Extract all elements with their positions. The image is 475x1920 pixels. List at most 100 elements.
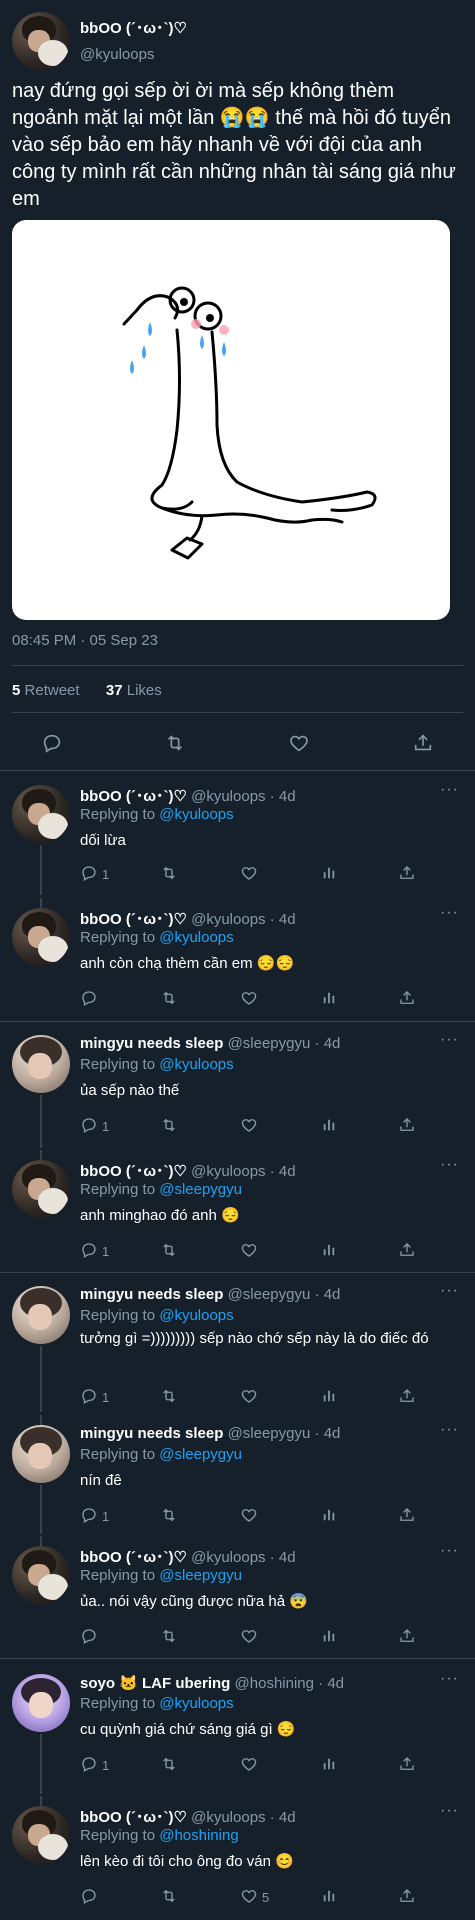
- avatar[interactable]: [12, 1425, 70, 1483]
- retweet-button[interactable]: [160, 1754, 178, 1776]
- more-options-icon[interactable]: ···: [440, 1542, 459, 1560]
- avatar[interactable]: [12, 1286, 70, 1344]
- reply-tweet[interactable]: bbOO (´･ω･`)♡ @kyuloops · 4d ··· Replyin…: [0, 1796, 475, 1920]
- reply-age[interactable]: 4d: [279, 788, 296, 805]
- like-button[interactable]: [240, 1626, 262, 1648]
- avatar[interactable]: [12, 12, 70, 70]
- share-button[interactable]: [398, 1886, 416, 1908]
- author-name[interactable]: bbOO (´･ω･`)♡: [80, 788, 187, 805]
- author-handle[interactable]: @kyuloops: [191, 1549, 265, 1566]
- reply-button[interactable]: 1: [80, 1115, 109, 1137]
- share-button[interactable]: [398, 1386, 416, 1408]
- more-options-icon[interactable]: ···: [440, 904, 459, 922]
- retweet-button[interactable]: [160, 728, 190, 758]
- like-label[interactable]: Likes: [127, 682, 162, 699]
- reply-button[interactable]: 1: [80, 1754, 109, 1776]
- replying-to-handle[interactable]: @kyuloops: [159, 806, 233, 823]
- share-button[interactable]: [398, 1505, 416, 1527]
- tweet-timestamp[interactable]: 08:45 PM · 05 Sep 23: [12, 632, 158, 649]
- like-button[interactable]: [240, 988, 262, 1010]
- retweet-button[interactable]: [160, 1505, 178, 1527]
- avatar[interactable]: [12, 1160, 70, 1218]
- avatar[interactable]: [12, 1546, 70, 1604]
- share-button[interactable]: [398, 1115, 416, 1137]
- views-button[interactable]: [320, 1754, 338, 1776]
- reply-age[interactable]: 4d: [324, 1425, 341, 1442]
- reply-tweet[interactable]: bbOO (´･ω･`)♡ @kyuloops · 4d ··· Replyin…: [0, 1150, 475, 1274]
- avatar[interactable]: [12, 1674, 70, 1732]
- views-button[interactable]: [320, 1886, 338, 1908]
- author-handle[interactable]: @kyuloops: [191, 1163, 265, 1180]
- reply-button[interactable]: [37, 728, 67, 758]
- reply-tweet[interactable]: bbOO (´･ω･`)♡ @kyuloops · 4d ··· Replyin…: [0, 1536, 475, 1660]
- retweet-button[interactable]: [160, 1626, 178, 1648]
- author-handle[interactable]: @kyuloops: [191, 788, 265, 805]
- more-options-icon[interactable]: ···: [440, 1031, 459, 1049]
- reply-button[interactable]: [80, 1886, 102, 1908]
- reply-age[interactable]: 4d: [327, 1675, 344, 1692]
- reply-tweet[interactable]: bbOO (´･ω･`)♡ @kyuloops · 4d ··· Replyin…: [0, 898, 475, 1023]
- views-button[interactable]: [320, 1626, 338, 1648]
- like-button[interactable]: [240, 1240, 262, 1262]
- retweet-button[interactable]: [160, 988, 178, 1010]
- retweet-button[interactable]: [160, 1886, 178, 1908]
- reply-button[interactable]: 1: [80, 1505, 109, 1527]
- reply-button[interactable]: [80, 988, 102, 1010]
- author-handle[interactable]: @kyuloops: [191, 1809, 265, 1826]
- share-button[interactable]: [398, 863, 416, 885]
- reply-button[interactable]: 1: [80, 1240, 109, 1262]
- reply-age[interactable]: 4d: [279, 911, 296, 928]
- avatar[interactable]: [12, 1035, 70, 1093]
- views-button[interactable]: [320, 863, 338, 885]
- more-options-icon[interactable]: ···: [440, 1421, 459, 1439]
- more-options-icon[interactable]: ···: [440, 1802, 459, 1820]
- author-name[interactable]: soyo 🐱 LAF ubering: [80, 1675, 230, 1692]
- views-button[interactable]: [320, 1505, 338, 1527]
- reply-button[interactable]: 1: [80, 1386, 109, 1408]
- share-button[interactable]: [398, 988, 416, 1010]
- author-name[interactable]: bbOO (´･ω･`)♡: [80, 1163, 187, 1180]
- tweet-image[interactable]: [12, 220, 450, 620]
- author-name[interactable]: bbOO (´･ω･`)♡: [80, 1809, 187, 1826]
- author-handle[interactable]: @kyuloops: [191, 911, 265, 928]
- author-handle[interactable]: @hoshining: [235, 1675, 314, 1692]
- replying-to-handle[interactable]: @kyuloops: [159, 1307, 233, 1324]
- replying-to-handle[interactable]: @kyuloops: [159, 1695, 233, 1712]
- author-name[interactable]: mingyu needs sleep: [80, 1286, 223, 1303]
- retweet-button[interactable]: [160, 1115, 178, 1137]
- retweet-count[interactable]: 5: [12, 682, 20, 699]
- author-name[interactable]: mingyu needs sleep: [80, 1035, 223, 1052]
- more-options-icon[interactable]: ···: [440, 781, 459, 799]
- reply-age[interactable]: 4d: [279, 1809, 296, 1826]
- retweet-button[interactable]: [160, 1240, 178, 1262]
- share-button[interactable]: [398, 1626, 416, 1648]
- views-button[interactable]: [320, 1240, 338, 1262]
- retweet-button[interactable]: [160, 1386, 178, 1408]
- reply-tweet[interactable]: soyo 🐱 LAF ubering @hoshining · 4d ··· R…: [0, 1664, 475, 1794]
- reply-age[interactable]: 4d: [324, 1035, 341, 1052]
- retweet-button[interactable]: [160, 863, 178, 885]
- author-name[interactable]: bbOO (´･ω･`)♡: [80, 17, 187, 38]
- author-handle[interactable]: @sleepygyu: [228, 1425, 311, 1442]
- views-button[interactable]: [320, 1386, 338, 1408]
- replying-to-handle[interactable]: @kyuloops: [159, 929, 233, 946]
- like-count[interactable]: 37: [106, 682, 123, 699]
- views-button[interactable]: [320, 988, 338, 1010]
- replying-to-handle[interactable]: @sleepygyu: [159, 1567, 242, 1584]
- author-name[interactable]: mingyu needs sleep: [80, 1425, 223, 1442]
- like-button[interactable]: [284, 728, 314, 758]
- like-button[interactable]: [240, 863, 262, 885]
- reply-button[interactable]: [80, 1626, 102, 1648]
- author-handle[interactable]: @kyuloops: [80, 46, 154, 63]
- like-button[interactable]: 5: [240, 1886, 269, 1908]
- like-button[interactable]: [240, 1754, 262, 1776]
- reply-tweet[interactable]: bbOO (´･ω･`)♡ @kyuloops · 4d ··· Replyin…: [0, 775, 475, 895]
- reply-button[interactable]: 1: [80, 863, 109, 885]
- more-options-icon[interactable]: ···: [440, 1156, 459, 1174]
- author-name[interactable]: bbOO (´･ω･`)♡: [80, 911, 187, 928]
- avatar[interactable]: [12, 908, 70, 966]
- author-handle[interactable]: @sleepygyu: [228, 1035, 311, 1052]
- more-options-icon[interactable]: ···: [440, 1282, 459, 1300]
- reply-age[interactable]: 4d: [324, 1286, 341, 1303]
- reply-tweet[interactable]: mingyu needs sleep @sleepygyu · 4d ··· R…: [0, 1276, 475, 1412]
